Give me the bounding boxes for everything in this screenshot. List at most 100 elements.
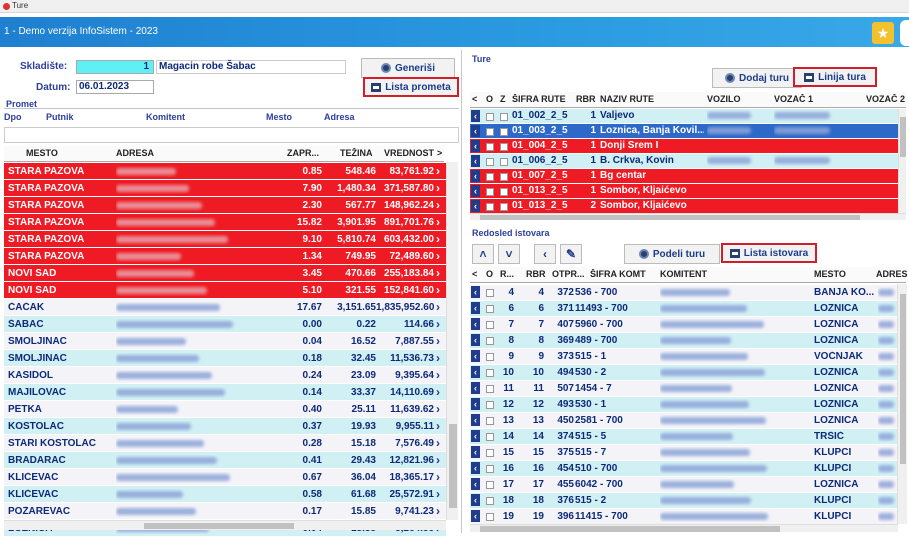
col-tezina[interactable]: TEŽINA — [340, 148, 373, 158]
row-nav[interactable]: ‹ — [471, 382, 480, 394]
ture-row[interactable]: ‹ 01_013_2_5 2 Sombor, Kljaićevo — [470, 199, 906, 214]
redosled-row[interactable]: ‹ 11 11 507 1454 - 7 LOZNICA — [470, 381, 897, 397]
chevron-left-icon[interactable]: ‹ — [471, 318, 480, 330]
row-check-o[interactable] — [486, 288, 494, 299]
checkbox[interactable] — [486, 401, 494, 410]
podeli-turu-button[interactable]: Podeli turu — [624, 244, 720, 264]
ture-col-vozac1[interactable]: VOZAČ 1 — [774, 94, 813, 104]
chevron-right-icon[interactable]: › — [436, 436, 440, 450]
datum-field[interactable]: 06.01.2023 — [76, 80, 154, 94]
promet-row[interactable]: STARA PAZOVA 7.90 1,480.34 371,587.80 › — [4, 180, 446, 197]
checkbox[interactable] — [486, 321, 494, 330]
favorite-star-button[interactable]: ★ — [872, 22, 894, 44]
chevron-left-icon[interactable]: ‹ — [471, 414, 480, 426]
row-check-o[interactable] — [486, 464, 494, 475]
edit-button[interactable]: ✎ — [560, 244, 582, 264]
ture-col-naziv[interactable]: NAZIV RUTE — [600, 94, 654, 104]
row-nav[interactable]: ‹ — [471, 318, 480, 330]
chevron-left-icon[interactable]: ‹ — [471, 286, 480, 298]
col-more[interactable]: > — [437, 148, 442, 158]
promet-row[interactable]: KLIČEVAC 0.67 36.04 18,365.17 › — [4, 469, 446, 486]
promet-row[interactable]: MAJILOVAC 0.14 33.37 14,110.69 › — [4, 384, 446, 401]
checkbox[interactable] — [500, 188, 508, 197]
filter-mesto[interactable]: Mesto — [266, 112, 292, 122]
row-nav[interactable]: ‹ — [471, 125, 480, 137]
chevron-left-icon[interactable]: ‹ — [471, 366, 480, 378]
chevron-left-icon[interactable]: ‹ — [471, 110, 480, 122]
row-check-o[interactable] — [486, 384, 494, 395]
redosled-row[interactable]: ‹ 18 18 376 515 - 2 KLUPCI — [470, 493, 897, 509]
row-check-o[interactable] — [486, 202, 494, 213]
redosled-row[interactable]: ‹ 15 15 375 515 - 7 KLUPCI — [470, 445, 897, 461]
chevron-left-icon[interactable]: ‹ — [471, 462, 480, 474]
ture-row[interactable]: ‹ 01_004_2_5 1 Donji Srem I — [470, 139, 906, 154]
red-col-o[interactable]: O — [486, 269, 493, 279]
row-nav[interactable]: ‹ — [471, 510, 480, 522]
row-nav[interactable]: ‹ — [471, 462, 480, 474]
chevron-right-icon[interactable]: › — [436, 249, 440, 263]
row-check-z[interactable] — [500, 172, 508, 183]
row-nav[interactable]: ‹ — [471, 334, 480, 346]
promet-horizontal-scrollbar[interactable] — [4, 520, 446, 530]
row-nav[interactable]: ‹ — [471, 302, 480, 314]
ture-horizontal-scrollbar[interactable] — [470, 213, 906, 220]
checkbox[interactable] — [486, 417, 494, 426]
ture-vertical-scrollbar[interactable] — [898, 109, 906, 213]
chevron-left-icon[interactable]: ‹ — [471, 302, 480, 314]
checkbox[interactable] — [486, 369, 494, 378]
row-check-o[interactable] — [486, 368, 494, 379]
skladiste-code-field[interactable]: 1 — [76, 60, 154, 74]
promet-row[interactable]: SMOLJINAC 0.18 32.45 11,536.73 › — [4, 350, 446, 367]
row-nav[interactable]: ‹ — [471, 110, 480, 122]
promet-row[interactable]: KLIČEVAC 0.58 61.68 25,572.91 › — [4, 486, 446, 503]
filter-putnik[interactable]: Putnik — [46, 112, 74, 122]
chevron-right-icon[interactable]: › — [436, 266, 440, 280]
row-nav[interactable]: ‹ — [471, 140, 480, 152]
redosled-row[interactable]: ‹ 9 9 373 515 - 1 VOĆNJAK — [470, 349, 897, 365]
promet-row[interactable]: POŽAREVAC 0.17 15.85 9,741.23 › — [4, 503, 446, 520]
skladiste-name-field[interactable]: Magacin robe Šabac — [156, 60, 346, 74]
linija-tura-button[interactable]: Linija tura — [793, 67, 877, 87]
redosled-row[interactable]: ‹ 12 12 493 530 - 1 LOZNICA — [470, 397, 897, 413]
red-col-otpr[interactable]: OTPR... — [552, 269, 585, 279]
row-check-o[interactable] — [486, 157, 494, 168]
red-col-adres[interactable]: ADRES — [876, 269, 908, 279]
lista-prometa-button[interactable]: Lista prometa — [363, 77, 459, 97]
checkbox[interactable] — [486, 385, 494, 394]
promet-row[interactable]: STARA PAZOVA 15.82 3,901.95 891,701.76 › — [4, 214, 446, 231]
chevron-left-icon[interactable]: ‹ — [471, 446, 480, 458]
redosled-row[interactable]: ‹ 4 4 372 536 - 700 BANJA KO... — [470, 285, 897, 301]
promet-row[interactable]: ČAČAK 17.67 3,151.65 1,835,952.60 › — [4, 299, 446, 316]
chevron-right-icon[interactable]: › — [436, 504, 440, 518]
checkbox[interactable] — [486, 481, 494, 490]
checkbox[interactable] — [486, 113, 494, 122]
row-check-o[interactable] — [486, 448, 494, 459]
chevron-right-icon[interactable]: › — [436, 283, 440, 297]
chevron-right-icon[interactable]: › — [436, 198, 440, 212]
checkbox[interactable] — [486, 173, 494, 182]
scroll-thumb[interactable] — [900, 117, 906, 157]
checkbox[interactable] — [486, 433, 494, 442]
row-check-z[interactable] — [500, 187, 508, 198]
checkbox[interactable] — [500, 158, 508, 167]
checkbox[interactable] — [500, 203, 508, 212]
row-nav[interactable]: ‹ — [471, 286, 480, 298]
promet-row[interactable]: BRADARAC 0.41 29.43 12,821.96 › — [4, 452, 446, 469]
chevron-left-icon[interactable]: ‹ — [471, 140, 480, 152]
checkbox[interactable] — [486, 128, 494, 137]
row-nav[interactable]: ‹ — [471, 398, 480, 410]
promet-row[interactable]: STARA PAZOVA 1.34 749.95 72,489.60 › — [4, 248, 446, 265]
chevron-left-icon[interactable]: ‹ — [471, 185, 480, 197]
checkbox[interactable] — [486, 289, 494, 298]
redosled-row[interactable]: ‹ 14 14 374 515 - 5 TRŠIĆ — [470, 429, 897, 445]
row-nav[interactable]: ‹ — [471, 494, 480, 506]
ture-row[interactable]: ‹ 01_002_2_5 1 Valjevo — [470, 109, 906, 124]
redosled-vertical-scrollbar[interactable] — [897, 284, 907, 524]
chevron-right-icon[interactable]: › — [436, 351, 440, 365]
chevron-right-icon[interactable]: › — [436, 453, 440, 467]
chevron-left-icon[interactable]: ‹ — [471, 510, 480, 522]
row-nav[interactable]: ‹ — [471, 350, 480, 362]
row-check-o[interactable] — [486, 172, 494, 183]
chevron-left-icon[interactable]: ‹ — [471, 382, 480, 394]
chevron-left-icon[interactable]: ‹ — [471, 334, 480, 346]
